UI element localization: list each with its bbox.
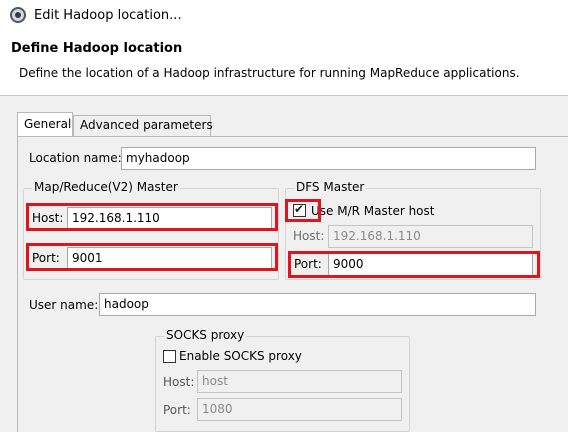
user-name-input[interactable]: hadoop	[99, 293, 536, 316]
dfs-host-input[interactable]: 192.168.1.110	[328, 225, 533, 248]
tab-general[interactable]: General	[17, 112, 73, 136]
socks-proxy-title: SOCKS proxy	[164, 328, 247, 342]
dialog-heading: Define Hadoop location	[11, 41, 183, 56]
use-mr-master-checkbox[interactable]	[293, 202, 306, 217]
dfs-master-title: DFS Master	[294, 180, 367, 194]
dfs-port-input[interactable]: 9000	[328, 253, 533, 276]
dfs-host-label: Host:	[293, 229, 325, 243]
mr-host-label: Host:	[32, 211, 64, 225]
mr-host-input[interactable]: 192.168.1.110	[67, 207, 272, 230]
socks-host-input[interactable]: host	[197, 370, 402, 393]
dialog-description: Define the location of a Hadoop infrastr…	[19, 66, 520, 80]
title-bar: Edit Hadoop location...	[0, 0, 568, 32]
dialog-header: Define Hadoop location Define the locati…	[0, 32, 568, 96]
dfs-port-label: Port:	[294, 257, 322, 271]
location-name-input[interactable]: myhadoop	[121, 147, 536, 170]
window-title: Edit Hadoop location...	[34, 8, 182, 23]
eclipse-app-icon	[10, 7, 26, 23]
tab-advanced-parameters[interactable]: Advanced parameters	[73, 115, 213, 136]
socks-port-label: Port:	[163, 403, 191, 417]
mr-port-label: Port:	[32, 251, 60, 265]
socks-port-input[interactable]: 1080	[197, 398, 402, 421]
location-name-label: Location name:	[29, 151, 122, 165]
mr-master-title: Map/Reduce(V2) Master	[32, 180, 180, 194]
enable-socks-label: Enable SOCKS proxy	[179, 349, 302, 363]
use-mr-master-label: Use M/R Master host	[311, 204, 435, 218]
socks-host-label: Host:	[163, 375, 195, 389]
enable-socks-checkbox[interactable]	[163, 350, 176, 363]
user-name-label: User name:	[29, 298, 99, 312]
mr-port-input[interactable]: 9001	[67, 247, 272, 270]
